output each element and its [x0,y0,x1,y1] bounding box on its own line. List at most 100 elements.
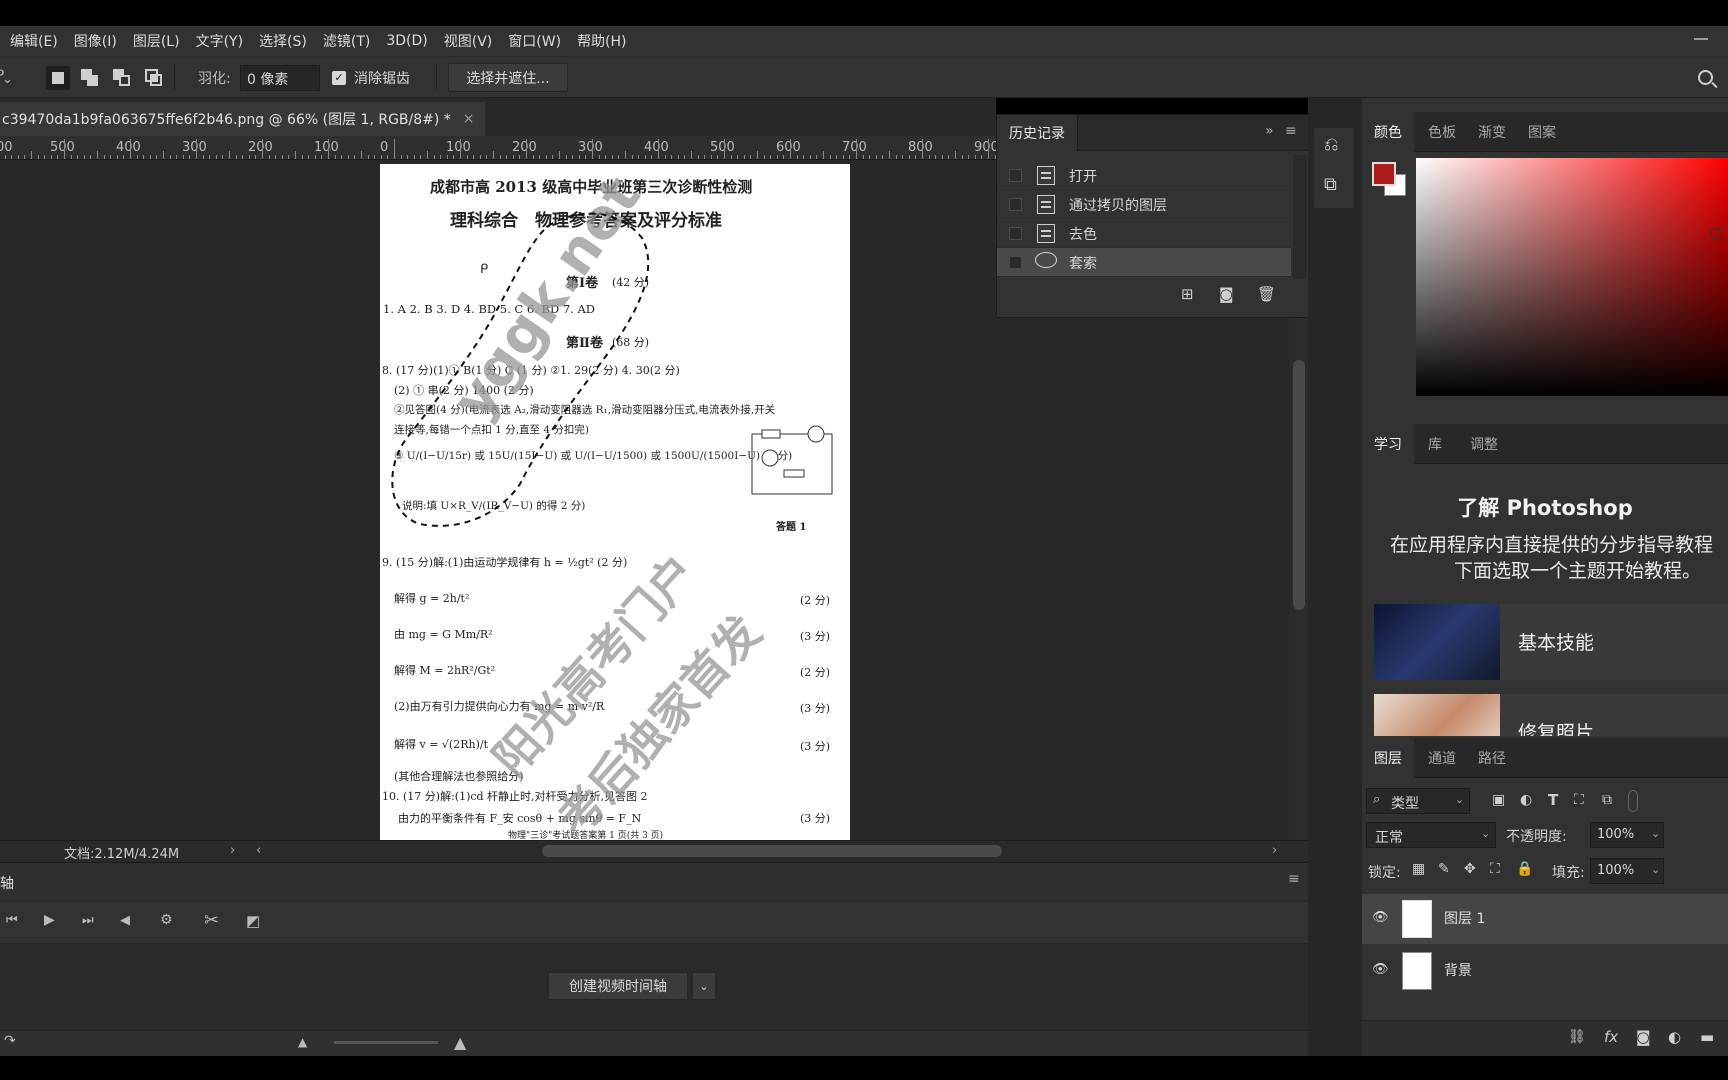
lock-transparency-icon[interactable]: ▦ [1412,861,1425,877]
tab-channels[interactable]: 通道 [1416,738,1468,778]
history-item[interactable]: 打开 [997,161,1291,190]
scroll-right-icon[interactable]: › [1272,843,1277,858]
history-item[interactable]: 去色 [997,219,1291,248]
zoom-slider[interactable] [334,1041,438,1044]
shape-filter-icon[interactable]: ⛶ [1574,792,1584,808]
close-tab-icon[interactable]: × [463,111,475,127]
scroll-left-icon[interactable]: ‹ [256,843,261,858]
add-mask-icon[interactable]: ◙ [1636,1028,1651,1046]
subtract-from-selection-button[interactable] [110,66,134,90]
learn-card-fix-photo[interactable]: 修复照片 [1374,694,1728,736]
layer-row-selected[interactable]: 👁 图层 1 [1362,894,1728,944]
menu-view[interactable]: 视图(V) [444,31,493,51]
tab-timeline[interactable]: 轴 [0,873,14,893]
menu-window[interactable]: 窗口(W) [508,31,561,51]
new-group-icon[interactable]: ▬ [1700,1028,1714,1046]
horizontal-scroll-thumb[interactable] [542,845,1002,857]
menu-filter[interactable]: 滤镜(T) [323,31,370,51]
create-video-timeline-button[interactable]: 创建视频时间轴 [548,972,688,1000]
menu-image[interactable]: 图像(I) [74,31,117,51]
lock-all-icon[interactable]: 🔒 [1516,861,1533,877]
tab-paths[interactable]: 路径 [1466,738,1518,778]
history-panel-icon[interactable]: ⎌ [1324,134,1338,155]
menu-type[interactable]: 文字(Y) [196,31,243,51]
menu-help[interactable]: 帮助(H) [577,31,626,51]
audio-icon[interactable]: ◀ [120,913,130,928]
fill-input[interactable]: 100% ⌄ [1590,858,1664,884]
feather-input[interactable]: 0 像素 [240,65,320,91]
history-snapshot-checkbox[interactable] [1009,227,1022,240]
history-snapshot-checkbox[interactable] [1009,256,1022,269]
visibility-eye-icon[interactable]: 👁 [1372,962,1389,977]
convert-icon[interactable]: ↷ [4,1033,16,1049]
color-picker-handle[interactable] [1710,228,1722,240]
tab-gradients[interactable]: 渐变 [1466,112,1518,152]
timeline-dropdown-icon[interactable]: ⌄ [692,972,716,1000]
expand-panel-icon[interactable]: » [1265,123,1274,139]
new-document-from-state-icon[interactable]: ⊞ [1181,285,1194,303]
history-snapshot-checkbox[interactable] [1009,198,1022,211]
antialias-checkbox[interactable]: ✓ [332,71,346,85]
settings-gear-icon[interactable]: ⚙ [160,912,173,928]
timeline-menu-icon[interactable]: ≡ [1288,871,1300,887]
lasso-tool-icon[interactable]: ᑭ [0,68,4,83]
adjustment-layer-icon[interactable]: ◐ [1668,1028,1681,1046]
transition-icon[interactable]: ◩ [246,912,260,930]
layer-row[interactable]: 👁 背景 [1362,946,1728,996]
lock-artboard-icon[interactable]: ⛶ [1490,861,1500,877]
next-frame-icon[interactable]: ⏭ [82,913,94,928]
tab-adjustments[interactable]: 调整 [1458,424,1510,464]
foreground-color-swatch[interactable] [1372,162,1396,186]
document-page[interactable]: 成都市高 2013 级高中毕业班第三次诊断性检测 理科综合 物理参考答案及评分标… [380,164,850,840]
panel-menu-icon[interactable]: ≡ [1285,123,1297,139]
play-icon[interactable]: ▶ [44,912,55,928]
zoom-in-icon[interactable]: ▲ [454,1033,466,1052]
opacity-input[interactable]: 100% ⌄ [1590,822,1664,848]
menu-layer[interactable]: 图层(L) [133,31,180,51]
history-snapshot-checkbox[interactable] [1009,169,1022,182]
tab-libraries[interactable]: 库 [1416,424,1454,464]
layer-effects-icon[interactable]: fx [1604,1028,1618,1046]
scissors-icon[interactable]: ✂ [204,910,219,931]
blend-mode-select[interactable]: 正常 ⌄ [1366,822,1496,848]
menu-select[interactable]: 选择(S) [259,31,307,51]
learn-card-basic-skills[interactable]: 基本技能 [1374,604,1728,680]
tab-color[interactable]: 颜色 [1362,112,1414,152]
trash-icon[interactable]: 🗑 [1257,285,1276,303]
tab-learn[interactable]: 学习 [1362,424,1414,464]
select-and-mask-button[interactable]: 选择并遮住... [448,63,568,92]
type-filter-icon[interactable]: T [1548,791,1558,809]
document-tab[interactable]: c39470da1b9fa063675ffe6f2b46.png @ 66% (… [0,102,485,136]
visibility-eye-icon[interactable]: 👁 [1372,910,1389,925]
history-scrollbar[interactable] [1293,155,1307,279]
intersect-selection-button[interactable] [142,66,166,90]
tab-patterns[interactable]: 图案 [1516,112,1568,152]
filter-toggle[interactable] [1628,790,1638,812]
menu-edit[interactable]: 编辑(E) [10,31,58,51]
ruler-tick [823,151,824,159]
first-frame-icon[interactable]: ⏮ [6,913,18,928]
image-filter-icon[interactable]: ▣ [1492,792,1505,808]
add-to-selection-button[interactable] [78,66,102,90]
tab-layers[interactable]: 图层 [1362,738,1414,778]
camera-icon[interactable]: ◙ [1219,285,1234,303]
ruler-number: 0 [380,140,389,155]
3d-panel-icon[interactable]: ⧉ [1324,174,1337,195]
color-spectrum-picker[interactable] [1416,158,1728,396]
history-item-selected[interactable]: 套索 [997,248,1291,277]
link-layers-icon[interactable]: ⛓ [1568,1029,1586,1045]
layer-filter-select[interactable]: ⌕ 类型 ⌄ [1366,788,1470,814]
new-selection-button[interactable] [46,66,70,90]
history-item[interactable]: 通过拷贝的图层 [997,190,1291,219]
lock-pixels-icon[interactable]: ✎ [1438,861,1450,877]
smart-object-filter-icon[interactable]: ⧉ [1602,792,1612,808]
status-menu-arrow-icon[interactable]: › [230,843,235,858]
vertical-scroll-thumb[interactable] [1293,360,1305,610]
tab-swatches[interactable]: 色板 [1416,112,1468,152]
minimize-icon[interactable] [1694,38,1708,40]
adjustment-filter-icon[interactable]: ◐ [1520,792,1532,808]
tab-history[interactable]: 历史记录 [997,115,1078,151]
menu-3d[interactable]: 3D(D) [386,33,427,49]
lock-position-icon[interactable]: ✥ [1464,861,1476,877]
zoom-out-icon[interactable]: ▲ [298,1035,307,1049]
